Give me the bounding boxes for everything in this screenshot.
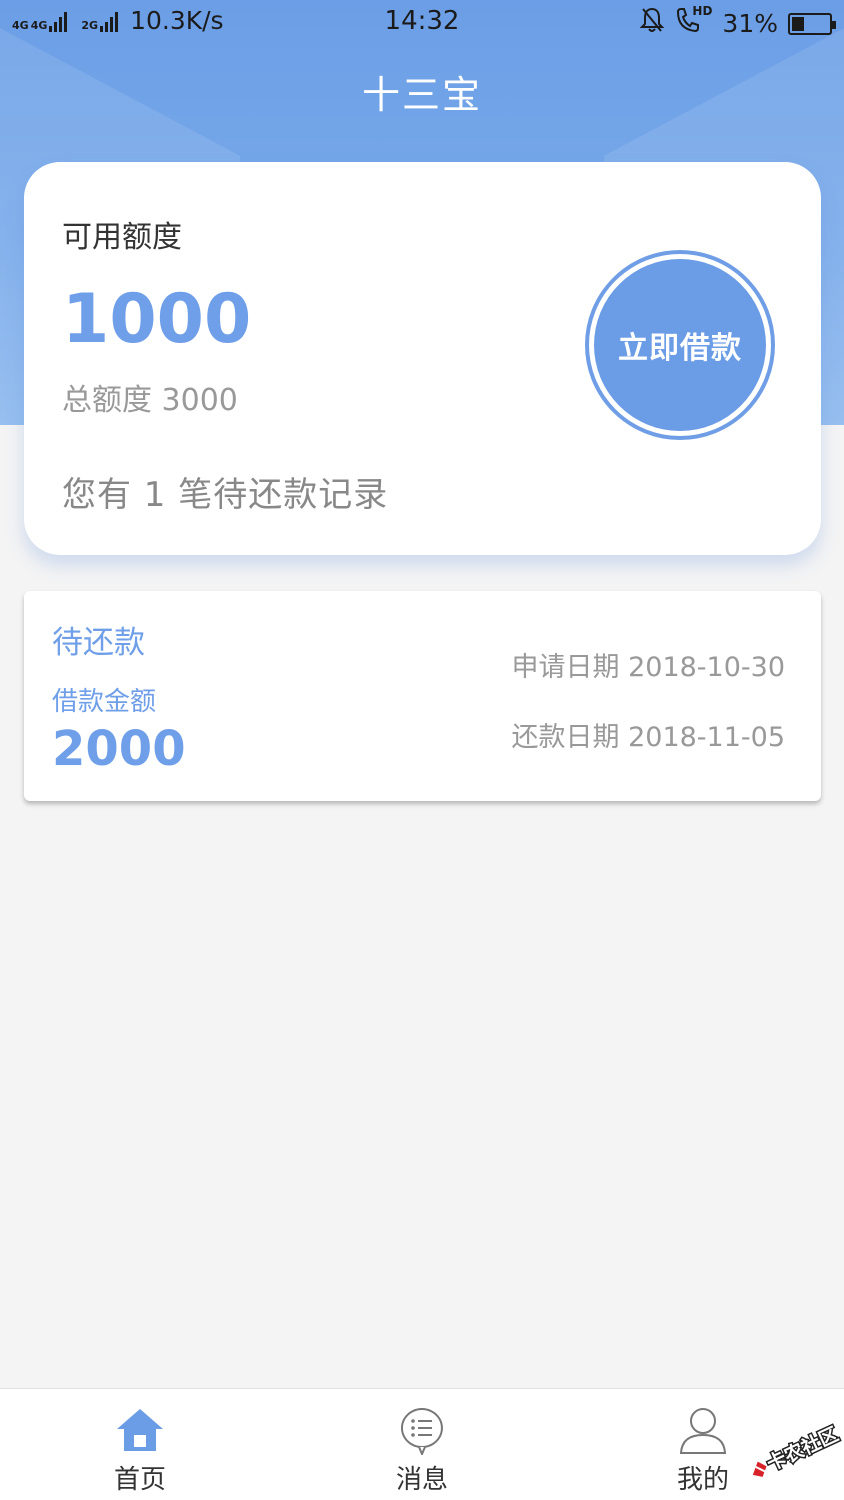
pending-repayment-note[interactable]: 您有 1 笔待还款记录 xyxy=(62,467,388,516)
loan-amount-label: 借款金额 xyxy=(52,687,157,717)
bell-muted-icon xyxy=(640,7,665,40)
tab-messages[interactable]: 消息 xyxy=(352,1389,492,1500)
page-title: 十三宝 xyxy=(361,73,482,117)
tab-label: 首页 xyxy=(113,1465,166,1495)
battery-percent: 31% xyxy=(722,9,778,38)
home-icon xyxy=(115,1405,165,1455)
hd-label: HD xyxy=(692,4,713,18)
total-credit: 总额度 3000 xyxy=(62,383,238,418)
message-icon xyxy=(397,1405,447,1457)
available-credit-label: 可用额度 xyxy=(62,220,182,255)
svg-text:卡农社区: 卡农社区 xyxy=(763,1422,842,1475)
loan-record-card[interactable]: 待还款 借款金额 2000 申请日期 2018-10-30 还款日期 2018-… xyxy=(24,591,821,801)
status-bar: 4G 4G 2G 10.3K/s 14:32 HD 31% xyxy=(0,0,844,46)
loan-amount: 2000 xyxy=(52,721,186,777)
status-right: HD 31% xyxy=(640,4,836,41)
credit-card: 可用额度 1000 总额度 3000 您有 1 笔待还款记录 立即借款 xyxy=(24,162,821,555)
battery-icon xyxy=(788,12,836,35)
user-icon xyxy=(678,1405,728,1455)
bottom-tab-bar: 首页 消息 我的 xyxy=(0,1388,844,1500)
tab-label: 消息 xyxy=(395,1465,448,1495)
loan-apply-date: 申请日期 2018-10-30 xyxy=(511,652,786,683)
borrow-now-button[interactable]: 立即借款 xyxy=(585,250,775,440)
tab-home[interactable]: 首页 xyxy=(70,1389,210,1500)
borrow-now-label: 立即借款 xyxy=(594,259,766,431)
hd-call-icon: HD xyxy=(674,4,713,41)
loan-status: 待还款 xyxy=(52,625,145,661)
watermark-logo: 卡农社区 xyxy=(742,1410,843,1490)
available-credit-amount: 1000 xyxy=(62,280,252,359)
loan-due-date: 还款日期 2018-11-05 xyxy=(511,722,786,753)
